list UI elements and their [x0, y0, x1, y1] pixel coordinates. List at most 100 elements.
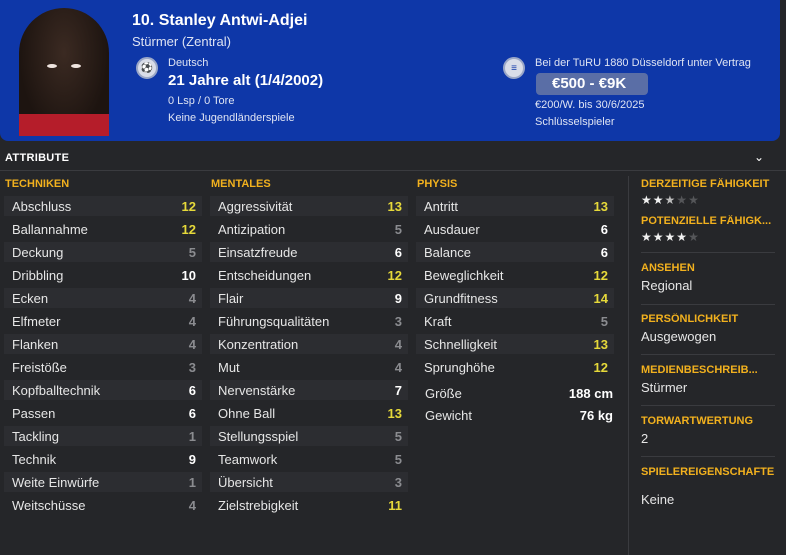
mental-attribute-row[interactable]: Stellungsspiel 5: [210, 426, 408, 446]
technical-attribute-row[interactable]: Passen 6: [4, 403, 202, 423]
attribute-label: Stellungsspiel: [218, 428, 299, 444]
physical-attribute-row[interactable]: Beweglichkeit 12: [416, 265, 614, 285]
attribute-value: 6: [188, 382, 196, 398]
physical-attribute-row[interactable]: Sprunghöhe 12: [416, 357, 614, 377]
star-icon: ★: [676, 193, 689, 207]
physical-heading: PHYSIS: [417, 178, 458, 190]
contract-club[interactable]: Bei der TuRU 1880 Düsseldorf unter Vertr…: [535, 57, 751, 69]
technical-attribute-row[interactable]: Technik 9: [4, 449, 202, 469]
potential-ability[interactable]: POTENZIELLE FÄHIGK... ★★★★★: [641, 215, 775, 244]
star-icon: ★: [664, 230, 677, 244]
player-age: 21 Jahre alt (1/4/2002): [168, 72, 324, 89]
technical-attribute-row[interactable]: Flanken 4: [4, 334, 202, 354]
attribute-value: 4: [188, 313, 196, 329]
weight-value: 76 kg: [579, 407, 613, 423]
attribute-value: 5: [394, 451, 402, 467]
attribute-label: Nervenstärke: [218, 382, 296, 398]
physical-attribute-row[interactable]: Grundfitness 14: [416, 288, 614, 308]
attribute-label: Tackling: [12, 428, 59, 444]
attribute-label: Ausdauer: [424, 221, 480, 237]
club-badge-icon[interactable]: ≡: [503, 57, 525, 79]
physical-attribute-row[interactable]: Balance 6: [416, 242, 614, 262]
attribute-label: Kopfballtechnik: [12, 382, 101, 398]
attribute-label: Freistöße: [12, 359, 67, 375]
personality-value: Ausgewogen: [641, 329, 717, 344]
mental-attribute-row[interactable]: Flair 9: [210, 288, 408, 308]
attribute-value: 9: [188, 451, 196, 467]
technical-attribute-row[interactable]: Elfmeter 4: [4, 311, 202, 331]
current-ability-stars: ★★★★★: [641, 193, 775, 207]
player-name[interactable]: 10. Stanley Antwi-Adjei: [132, 12, 307, 30]
technical-attribute-row[interactable]: Ballannahme 12: [4, 219, 202, 239]
player-photo: [19, 8, 109, 136]
personality: PERSÖNLICHKEIT Ausgewogen: [641, 313, 775, 344]
technical-attribute-row[interactable]: Tackling 1: [4, 426, 202, 446]
technical-attribute-row[interactable]: Freistöße 3: [4, 357, 202, 377]
youth-caps: Keine Jugendländerspiele: [168, 112, 295, 124]
attribute-value: 13: [387, 198, 402, 214]
attribute-value: 4: [188, 336, 196, 352]
weight-row: Gewicht 76 kg: [417, 405, 619, 425]
mental-attribute-row[interactable]: Entscheidungen 12: [210, 265, 408, 285]
attribute-value: 12: [593, 267, 608, 283]
attribute-value: 3: [394, 474, 402, 490]
mental-attribute-row[interactable]: Zielstrebigkeit 11: [210, 495, 408, 515]
mental-attribute-row[interactable]: Führungsqualitäten 3: [210, 311, 408, 331]
goalkeeper-rating-title: TORWARTWERTUNG: [641, 415, 754, 427]
technical-attribute-row[interactable]: Dribbling 10: [4, 265, 202, 285]
star-icon: ★: [652, 230, 665, 244]
attribute-label: Ohne Ball: [218, 405, 276, 421]
player-traits[interactable]: SPIELEREIGENSCHAFTEN Keine: [641, 466, 775, 507]
player-traits-title: SPIELEREIGENSCHAFTEN: [641, 466, 775, 478]
media-description-title: MEDIENBESCHREIB...: [641, 364, 758, 376]
technical-attribute-row[interactable]: Weite Einwürfe 1: [4, 472, 202, 492]
star-icon: ★: [652, 193, 665, 207]
technical-attribute-row[interactable]: Abschluss 12: [4, 196, 202, 216]
attribute-value: 12: [593, 359, 608, 375]
attribute-value: 12: [387, 267, 402, 283]
player-summary-panel: DERZEITIGE FÄHIGKEIT ★★★★★ POTENZIELLE F…: [628, 176, 786, 555]
attribute-label: Grundfitness: [424, 290, 498, 306]
physical-attribute-row[interactable]: Ausdauer 6: [416, 219, 614, 239]
mental-attribute-row[interactable]: Ohne Ball 13: [210, 403, 408, 423]
attribute-label: Übersicht: [218, 474, 273, 490]
attribute-value: 6: [600, 221, 608, 237]
attribute-value: 9: [394, 290, 402, 306]
nation-flag-icon[interactable]: ⚽: [136, 57, 158, 79]
attribute-label: Mut: [218, 359, 240, 375]
mental-attribute-row[interactable]: Nervenstärke 7: [210, 380, 408, 400]
attribute-value: 3: [188, 359, 196, 375]
physical-attribute-row[interactable]: Schnelligkeit 13: [416, 334, 614, 354]
attribute-value: 12: [181, 198, 196, 214]
mental-attribute-row[interactable]: Mut 4: [210, 357, 408, 377]
chevron-down-icon[interactable]: ⌄: [754, 150, 764, 164]
transfer-value-badge: €500 - €9K: [536, 73, 648, 95]
mental-attribute-row[interactable]: Aggressivität 13: [210, 196, 408, 216]
star-icon: ★: [688, 230, 700, 244]
physical-attribute-row[interactable]: Kraft 5: [416, 311, 614, 331]
technical-attribute-row[interactable]: Kopfballtechnik 6: [4, 380, 202, 400]
attribute-value: 10: [181, 267, 196, 283]
technical-attribute-row[interactable]: Deckung 5: [4, 242, 202, 262]
current-ability[interactable]: DERZEITIGE FÄHIGKEIT ★★★★★: [641, 178, 775, 207]
mental-attribute-row[interactable]: Konzentration 4: [210, 334, 408, 354]
goalkeeper-rating: TORWARTWERTUNG 2: [641, 415, 775, 446]
mental-attribute-row[interactable]: Teamwork 5: [210, 449, 408, 469]
attribute-label: Kraft: [424, 313, 452, 329]
attribute-value: 11: [388, 497, 402, 513]
technical-attribute-row[interactable]: Weitschüsse 4: [4, 495, 202, 515]
attribute-label: Balance: [424, 244, 471, 260]
attribute-value: 13: [387, 405, 402, 421]
mental-attribute-row[interactable]: Antizipation 5: [210, 219, 408, 239]
attribute-value: 4: [188, 290, 196, 306]
nationality: Deutsch: [168, 57, 209, 69]
star-icon: ★: [676, 230, 689, 244]
attribute-value: 5: [600, 313, 608, 329]
attribute-value: 6: [600, 244, 608, 260]
mental-attribute-row[interactable]: Übersicht 3: [210, 472, 408, 492]
technical-attribute-row[interactable]: Ecken 4: [4, 288, 202, 308]
mental-attribute-row[interactable]: Einsatzfreude 6: [210, 242, 408, 262]
height-label: Größe: [425, 385, 462, 401]
personality-title: PERSÖNLICHKEIT: [641, 313, 739, 325]
physical-attribute-row[interactable]: Antritt 13: [416, 196, 614, 216]
